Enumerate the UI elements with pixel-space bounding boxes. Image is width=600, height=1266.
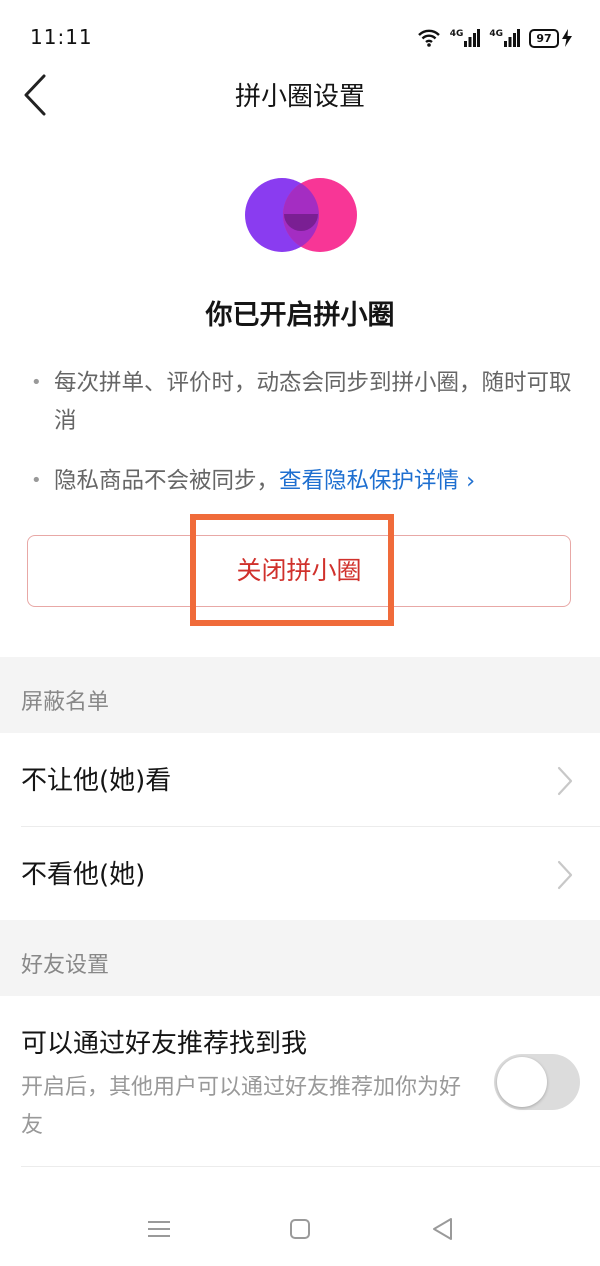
friend-recommend-description: 开启后，其他用户可以通过好友推荐加你为好友 xyxy=(21,1075,462,1138)
row-label: 不让他(她)看 xyxy=(21,766,172,796)
chevron-right-icon xyxy=(557,766,573,796)
nav-bar: 拼小圈设置 xyxy=(0,56,600,132)
info-bullet-sync: • 每次拼单、评价时，动态会同步到拼小圈，随时可取消 xyxy=(26,364,576,440)
bullet-dot: • xyxy=(31,470,42,491)
close-pinxiaoquan-button[interactable]: 关闭拼小圈 xyxy=(27,535,571,607)
menu-icon[interactable] xyxy=(144,1214,174,1244)
row-divider xyxy=(21,826,600,827)
pinxiaoquan-logo-icon xyxy=(245,178,357,252)
signal-icon: 4G xyxy=(450,29,481,47)
battery-icon: 97 xyxy=(529,28,572,48)
friend-recommend-toggle[interactable] xyxy=(494,1054,580,1110)
friend-recommend-row: 可以通过好友推荐找到我 开启后，其他用户可以通过好友推荐加你为好友 xyxy=(0,997,600,1167)
bullet-text: 隐私商品不会被同步， xyxy=(54,468,280,494)
row-hide-from[interactable]: 不让他(她)看 xyxy=(0,734,600,826)
charging-icon xyxy=(562,29,572,47)
privacy-details-link[interactable]: 查看隐私保护详情 › xyxy=(279,468,475,494)
toggle-knob xyxy=(497,1057,547,1107)
friend-recommend-title: 可以通过好友推荐找到我 xyxy=(21,1029,308,1059)
enabled-heading: 你已开启拼小圈 xyxy=(205,300,395,331)
signal-icon-2: 4G xyxy=(489,29,520,47)
section-header-friend-settings: 好友设置 xyxy=(0,920,600,996)
row-label: 不看他(她) xyxy=(21,860,146,890)
section-header-block-list: 屏蔽名单 xyxy=(0,657,600,733)
info-bullet-privacy: • 隐私商品不会被同步，查看隐私保护详情 › xyxy=(26,462,576,500)
battery-level: 97 xyxy=(529,28,559,48)
row-do-not-see[interactable]: 不看他(她) xyxy=(0,828,600,920)
chevron-right-icon xyxy=(557,860,573,890)
row-divider xyxy=(21,1166,600,1167)
system-back-icon[interactable] xyxy=(428,1214,458,1244)
bullet-dot: • xyxy=(31,372,42,393)
system-nav-bar xyxy=(0,1196,600,1266)
wifi-icon xyxy=(417,29,440,47)
page-title: 拼小圈设置 xyxy=(234,82,365,112)
home-icon[interactable] xyxy=(285,1214,315,1244)
bullet-text: 每次拼单、评价时，动态会同步到拼小圈，随时可取消 xyxy=(54,370,572,434)
status-icons: 4G 4G 97 xyxy=(417,24,572,52)
status-time: 11:11 xyxy=(30,25,93,49)
